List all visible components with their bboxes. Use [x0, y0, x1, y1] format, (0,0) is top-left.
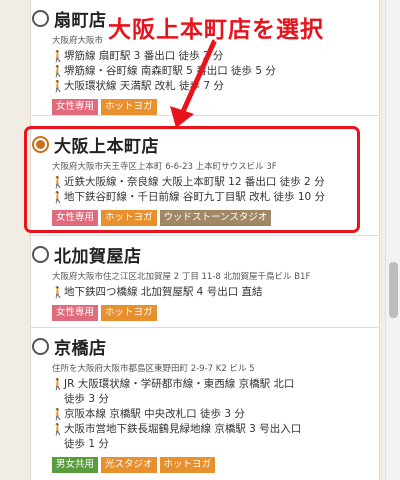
store-radio-kitakagaya[interactable]: [32, 245, 49, 263]
store-name: 扇町店: [54, 10, 107, 31]
walking-person-icon: 🚶: [51, 286, 65, 299]
walking-person-icon: 🚶: [51, 65, 65, 78]
store-radio-ogimachi[interactable]: [32, 9, 49, 27]
walking-person-icon: 🚶: [51, 80, 65, 93]
access-line-continued: 徒歩 3 分: [64, 393, 109, 405]
store-item-kitakagaya[interactable]: 北加賀屋店 大阪府大阪市住之江区北加賀屋 2 丁目 11-8 北加賀屋千鳥ビル …: [30, 236, 380, 328]
tag-unisex: 男女共用: [52, 457, 99, 473]
walking-person-icon: 🚶: [51, 423, 65, 436]
store-item-kyobashi[interactable]: 京橋店 住所を大阪府大阪市都島区東野田町 2-9-7 K2 ビル 5 🚶 JR 大…: [30, 328, 380, 480]
walking-person-icon: 🚶: [51, 408, 65, 421]
access-line: 🚶 堺筋線・谷町線 南森町駅 5 番出口 徒歩 5 分: [51, 65, 276, 78]
tag-light-studio: 光スタジオ: [101, 457, 157, 473]
store-address: 住所を大阪府大阪市都島区東野田町 2-9-7 K2 ビル 5: [52, 364, 255, 374]
access-line: 🚶 堺筋線 扇町駅 3 番出口 徒歩 2 分: [51, 50, 224, 63]
access-line: 🚶 地下鉄四つ橋線 北加賀屋駅 4 号出口 直結: [51, 286, 263, 299]
scrollbar-thumb[interactable]: [389, 262, 398, 318]
tag-hot-yoga: ホットヨガ: [159, 457, 216, 473]
access-line: 🚶 大阪市営地下鉄長堀鶴見緑地線 京橋駅 3 号出入口: [51, 423, 302, 436]
walking-person-icon: 🚶: [51, 378, 65, 391]
annotation-callout: 大阪上本町店を選択: [108, 17, 324, 43]
tag-hot-yoga: ホットヨガ: [101, 305, 157, 321]
scrollbar[interactable]: [385, 0, 400, 480]
access-line: 🚶 大阪環状線 天満駅 改札 徒歩 7 分: [51, 80, 224, 93]
store-radio-kyobashi[interactable]: [32, 337, 49, 355]
access-line: 🚶 JR 大阪環状線・学研都市線・東西線 京橋駅 北口: [51, 378, 295, 391]
tag-women-only: 女性専用: [52, 305, 99, 321]
access-line-continued: 徒歩 1 分: [64, 438, 109, 450]
store-name: 北加賀屋店: [54, 246, 142, 267]
store-selection-page: 扇町店 大阪府大阪市 🚶 堺筋線 扇町駅 3 番出口 徒歩 2 分 🚶 堺筋線・谷町…: [0, 0, 400, 480]
tag-women-only: 女性専用: [52, 99, 99, 115]
selection-highlight-box: [24, 126, 360, 233]
store-name: 京橋店: [54, 338, 107, 359]
walking-person-icon: 🚶: [51, 50, 65, 63]
access-line: 🚶 京阪本線 京橋駅 中央改札口 徒歩 3 分: [51, 408, 245, 421]
store-address: 大阪府大阪市住之江区北加賀屋 2 丁目 11-8 北加賀屋千鳥ビル B1F: [52, 272, 311, 282]
tag-hot-yoga: ホットヨガ: [101, 99, 157, 115]
